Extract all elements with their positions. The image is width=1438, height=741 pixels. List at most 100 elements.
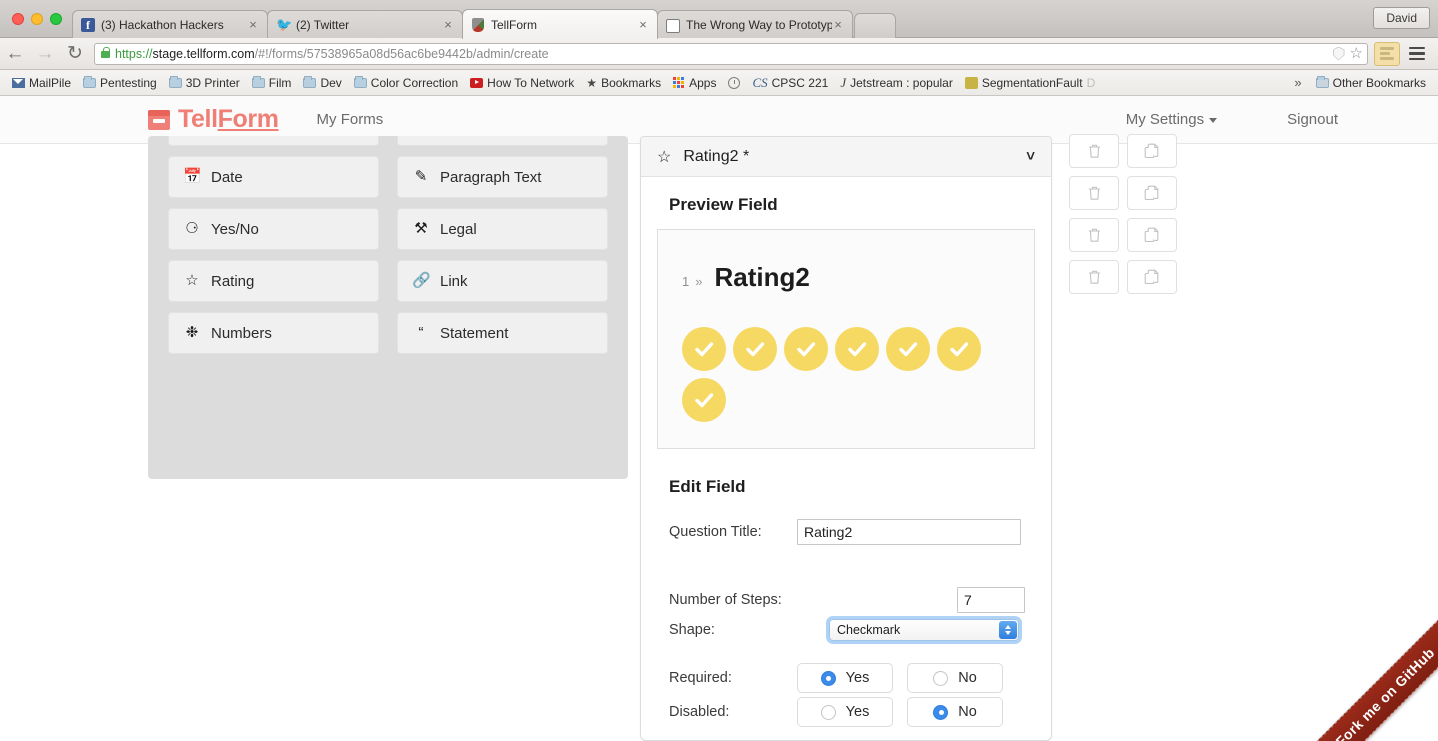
bookmark-bookmarks[interactable]: ★ Bookmarks bbox=[580, 76, 667, 90]
nav-link-my-settings[interactable]: My Settings bbox=[1125, 111, 1218, 128]
chevron-down-icon[interactable]: ˅ bbox=[1026, 148, 1035, 165]
bookmark-3d-printer[interactable]: 3D Printer bbox=[163, 75, 246, 90]
preview-question-number: 1 bbox=[682, 274, 690, 289]
disabled-yes-option[interactable]: Yes bbox=[797, 697, 893, 727]
field-editor-header[interactable]: ☆ Rating2 * ˅ bbox=[641, 137, 1051, 177]
close-window-button[interactable] bbox=[12, 13, 24, 25]
tab-title: The Wrong Way to Prototype bbox=[686, 18, 832, 32]
palette-item-legal[interactable]: ⚒ Legal bbox=[397, 208, 608, 250]
bookmark-mailpile[interactable]: MailPile bbox=[6, 76, 77, 90]
nav-link-signout[interactable]: Signout bbox=[1287, 111, 1338, 128]
palette-item-numbers[interactable]: ❉ Numbers bbox=[168, 312, 379, 354]
checkmark-circle-icon[interactable] bbox=[937, 327, 981, 371]
bookmark-other-bookmarks[interactable]: Other Bookmarks bbox=[1310, 75, 1432, 90]
bookmark-label: CPSC 221 bbox=[771, 75, 829, 90]
bookmark-jetstream[interactable]: J Jetstream : popular bbox=[834, 74, 959, 90]
disabled-no-option[interactable]: No bbox=[907, 697, 1003, 727]
rating-shape-list[interactable] bbox=[682, 327, 1012, 422]
shield-icon[interactable] bbox=[1332, 46, 1345, 61]
url-scheme: https:// bbox=[115, 46, 153, 61]
checkmark-circle-icon[interactable] bbox=[784, 327, 828, 371]
browser-tab[interactable]: f (3) Hackathon Hackers × bbox=[72, 10, 268, 39]
bookmark-apps[interactable]: Apps bbox=[667, 76, 722, 90]
question-title-label: Question Title: bbox=[669, 524, 762, 540]
palette-item-rating[interactable]: ☆ Rating bbox=[168, 260, 379, 302]
user-profile-button[interactable]: David bbox=[1373, 7, 1430, 29]
tab-title: (2) Twitter bbox=[296, 18, 350, 32]
palette-item-paragraph-text[interactable]: ✎ Paragraph Text bbox=[397, 156, 608, 198]
jetstream-icon: J bbox=[840, 74, 847, 90]
bookmark-color-correction[interactable]: Color Correction bbox=[348, 75, 464, 90]
folder-icon bbox=[251, 75, 265, 88]
star-half-icon: ☆ bbox=[657, 148, 672, 166]
trash-icon[interactable] bbox=[1069, 134, 1119, 168]
palette-item-link[interactable]: 🔗 Link bbox=[397, 260, 608, 302]
nav-link-my-forms[interactable]: My Forms bbox=[317, 111, 384, 128]
copy-icon[interactable] bbox=[1127, 176, 1177, 210]
bookmark-label: Pentesting bbox=[100, 75, 157, 90]
forward-arrow-icon[interactable]: → bbox=[30, 43, 60, 65]
history-clock-icon bbox=[728, 76, 741, 89]
radio-dot bbox=[933, 670, 949, 686]
shape-select[interactable]: Checkmark bbox=[829, 619, 1019, 641]
close-tab-button[interactable]: × bbox=[832, 18, 844, 31]
checkmark-circle-icon[interactable] bbox=[835, 327, 879, 371]
checkmark-circle-icon[interactable] bbox=[733, 327, 777, 371]
browser-tab[interactable]: 🐦 (2) Twitter × bbox=[267, 10, 463, 39]
github-ribbon[interactable]: Fork me on GitHub bbox=[1299, 602, 1438, 741]
required-no-label: No bbox=[958, 670, 977, 686]
close-tab-button[interactable]: × bbox=[637, 18, 649, 31]
bookmark-history[interactable] bbox=[722, 76, 746, 89]
menu-icon[interactable] bbox=[1404, 46, 1430, 61]
number-of-steps-input[interactable]: 7 bbox=[957, 587, 1025, 613]
checkmark-circle-icon[interactable] bbox=[886, 327, 930, 371]
palette-item-date[interactable]: 📅 Date bbox=[168, 156, 379, 198]
reading-list-icon[interactable] bbox=[1374, 41, 1400, 66]
palette-item-label: Link bbox=[440, 272, 468, 290]
copy-icon[interactable] bbox=[1127, 260, 1177, 294]
required-yes-option[interactable]: Yes bbox=[797, 663, 893, 693]
checkmark-circle-icon[interactable] bbox=[682, 327, 726, 371]
close-tab-button[interactable]: × bbox=[247, 18, 259, 31]
maximize-window-button[interactable] bbox=[50, 13, 62, 25]
bookmark-film[interactable]: Film bbox=[246, 75, 298, 90]
reload-icon[interactable]: ↻ bbox=[60, 42, 90, 65]
bookmark-segmentationfault[interactable]: SegmentationFault D bbox=[959, 76, 1101, 90]
close-tab-button[interactable]: × bbox=[442, 18, 454, 31]
bookmarks-overflow-button[interactable]: » bbox=[1286, 75, 1309, 90]
field-header-title: Rating2 * bbox=[683, 147, 750, 165]
palette-item-dropdown[interactable]: ▦ Dropdown bbox=[397, 136, 608, 146]
bookmark-cpsc-221[interactable]: CS CPSC 221 bbox=[746, 75, 834, 90]
github-ribbon-label[interactable]: Fork me on GitHub bbox=[1302, 614, 1438, 741]
navbar-right: My Settings Signout bbox=[1126, 111, 1438, 128]
bookmark-pentesting[interactable]: Pentesting bbox=[77, 75, 163, 90]
new-tab-button[interactable] bbox=[854, 13, 896, 39]
copy-icon[interactable] bbox=[1127, 218, 1177, 252]
bookmark-dev[interactable]: Dev bbox=[297, 75, 347, 90]
required-no-option[interactable]: No bbox=[907, 663, 1003, 693]
twitter-icon: 🐦 bbox=[276, 17, 293, 32]
brand-logo[interactable]: TellForm bbox=[148, 105, 279, 134]
my-settings-label: My Settings bbox=[1125, 111, 1205, 128]
palette-item-statement[interactable]: “ Statement bbox=[397, 312, 608, 354]
back-arrow-icon[interactable]: ← bbox=[0, 43, 30, 65]
url-toolbar: ← → ↻ https://stage.tellform.com/#!/form… bbox=[0, 38, 1438, 70]
question-title-input[interactable]: Rating2 bbox=[797, 519, 1021, 545]
bookmarks-bar: MailPile Pentesting 3D Printer Film Dev … bbox=[0, 70, 1438, 96]
star-icon[interactable]: ☆ bbox=[1350, 46, 1363, 61]
trash-icon[interactable] bbox=[1069, 176, 1119, 210]
checkmark-circle-icon[interactable] bbox=[682, 378, 726, 422]
trash-icon[interactable] bbox=[1069, 260, 1119, 294]
browser-tab-active[interactable]: TellForm × bbox=[462, 9, 658, 39]
chain-link-icon: 🔗 bbox=[412, 272, 431, 289]
palette-item-yes-no[interactable]: ⚆ Yes/No bbox=[168, 208, 379, 250]
trash-icon[interactable] bbox=[1069, 218, 1119, 252]
window-traffic-lights[interactable] bbox=[12, 13, 62, 25]
browser-tab[interactable]: The Wrong Way to Prototype × bbox=[657, 10, 853, 39]
address-bar[interactable]: https://stage.tellform.com/#!/forms/5753… bbox=[94, 42, 1368, 65]
palette-item-multiple-choice[interactable]: ◉ Multiple Choice bbox=[168, 136, 379, 146]
copy-icon[interactable] bbox=[1127, 134, 1177, 168]
minimize-window-button[interactable] bbox=[31, 13, 43, 25]
bookmark-how-to-network[interactable]: How To Network bbox=[464, 76, 580, 90]
select-stepper-icon[interactable] bbox=[999, 621, 1017, 639]
